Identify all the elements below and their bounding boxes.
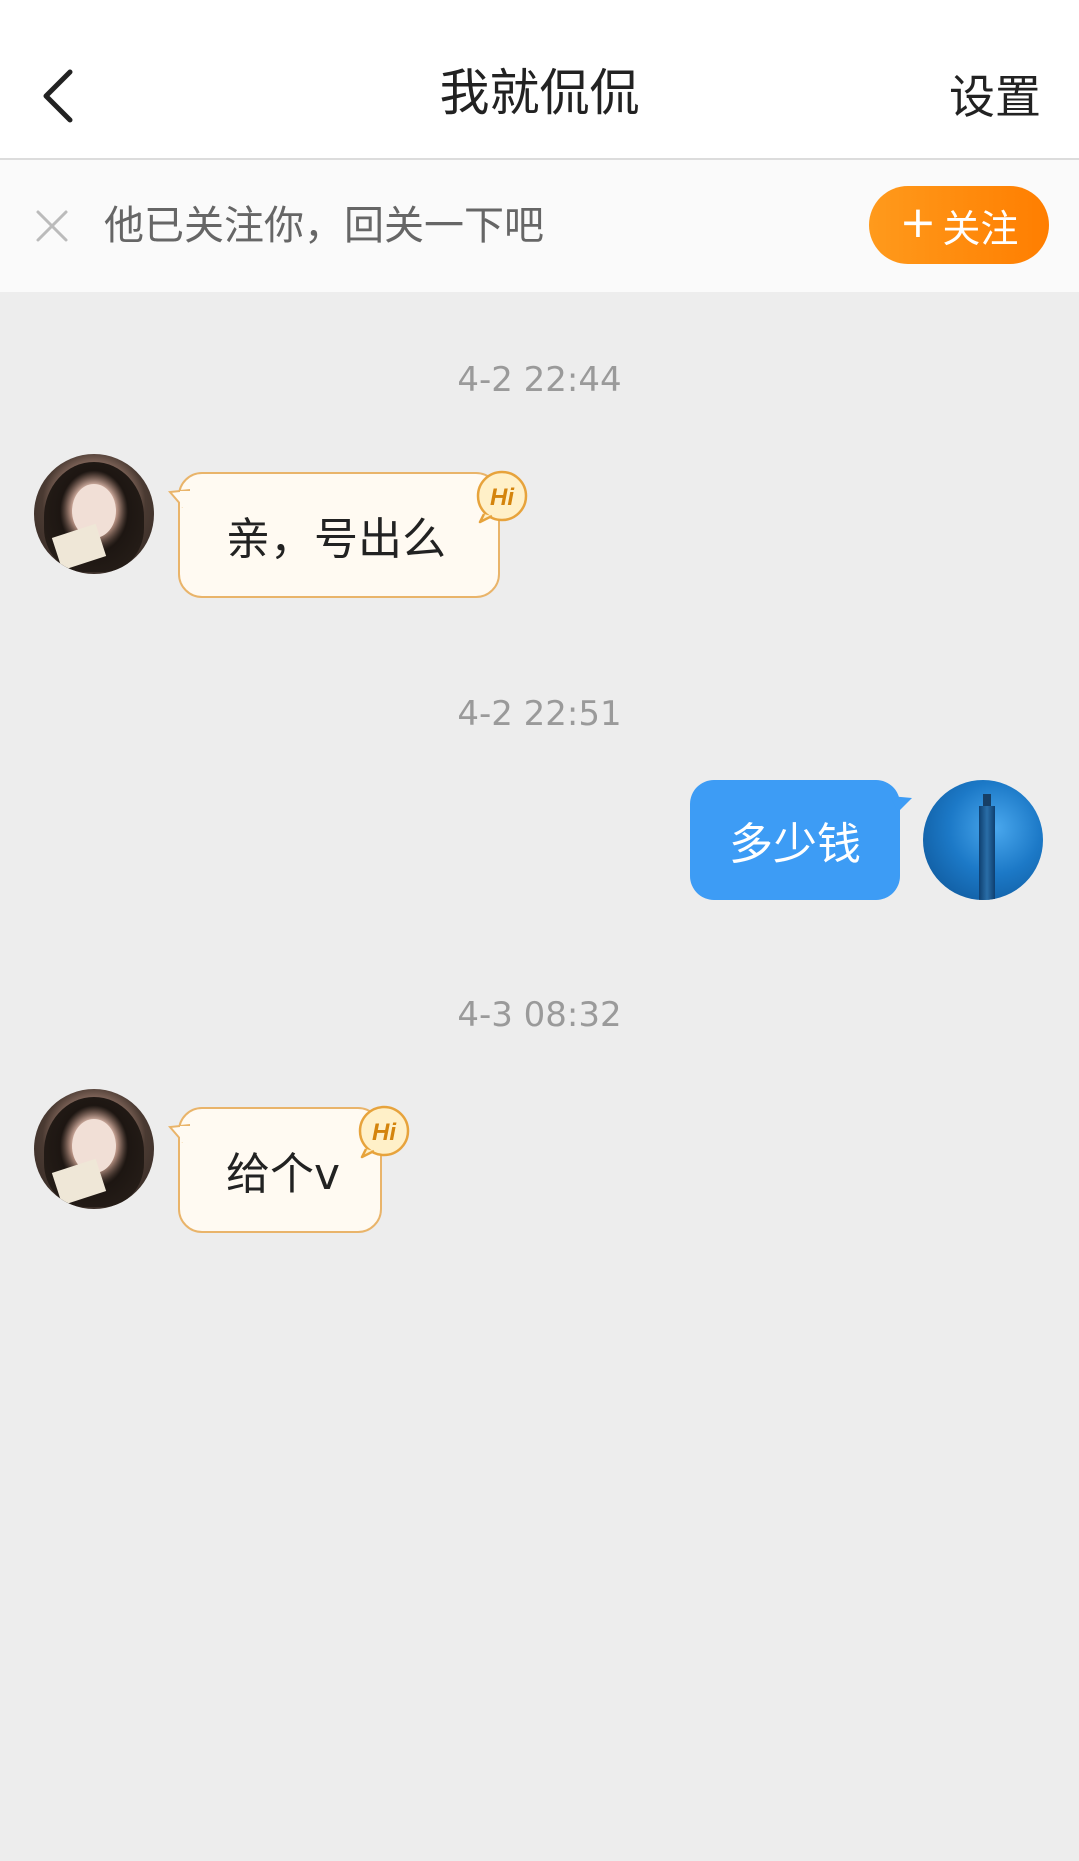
settings-button[interactable]: 设置 (949, 62, 1041, 132)
bubble-tail (890, 796, 912, 812)
follow-back-text: 他已关注你，回关一下吧 (104, 203, 544, 249)
message-text: 多少钱 (729, 819, 861, 870)
hi-badge-icon: Hi (358, 1105, 410, 1159)
bubble-tail (168, 1123, 190, 1143)
follow-button[interactable]: + 关注 (869, 186, 1049, 264)
plus-icon: + (899, 197, 937, 248)
follow-back-banner: 他已关注你，回关一下吧 + 关注 (0, 160, 1079, 292)
page-title: 我就侃侃 (439, 64, 640, 122)
message-bubble-outgoing[interactable]: 多少钱 (690, 780, 912, 900)
svg-text:Hi: Hi (490, 484, 515, 511)
message-text: 亲，号出么 (226, 514, 446, 565)
avatar-peer[interactable] (34, 454, 154, 574)
avatar-self[interactable] (923, 780, 1043, 900)
close-icon[interactable] (34, 208, 70, 244)
avatar-peer[interactable] (34, 1089, 154, 1209)
message-timestamp: 4-2 22:44 (457, 360, 622, 400)
bubble-tail (168, 488, 190, 508)
follow-button-label: 关注 (942, 206, 1019, 251)
svg-text:Hi: Hi (372, 1119, 397, 1146)
message-timestamp: 4-3 08:32 (457, 995, 622, 1035)
message-text: 给个v (226, 1149, 341, 1200)
message-timestamp: 4-2 22:51 (457, 694, 622, 734)
hi-badge-icon: Hi (476, 470, 528, 524)
message-bubble-incoming[interactable]: 给个v (168, 1107, 382, 1233)
message-bubble-incoming[interactable]: 亲，号出么 (168, 472, 500, 598)
chat-header: 我就侃侃 设置 (0, 0, 1079, 160)
